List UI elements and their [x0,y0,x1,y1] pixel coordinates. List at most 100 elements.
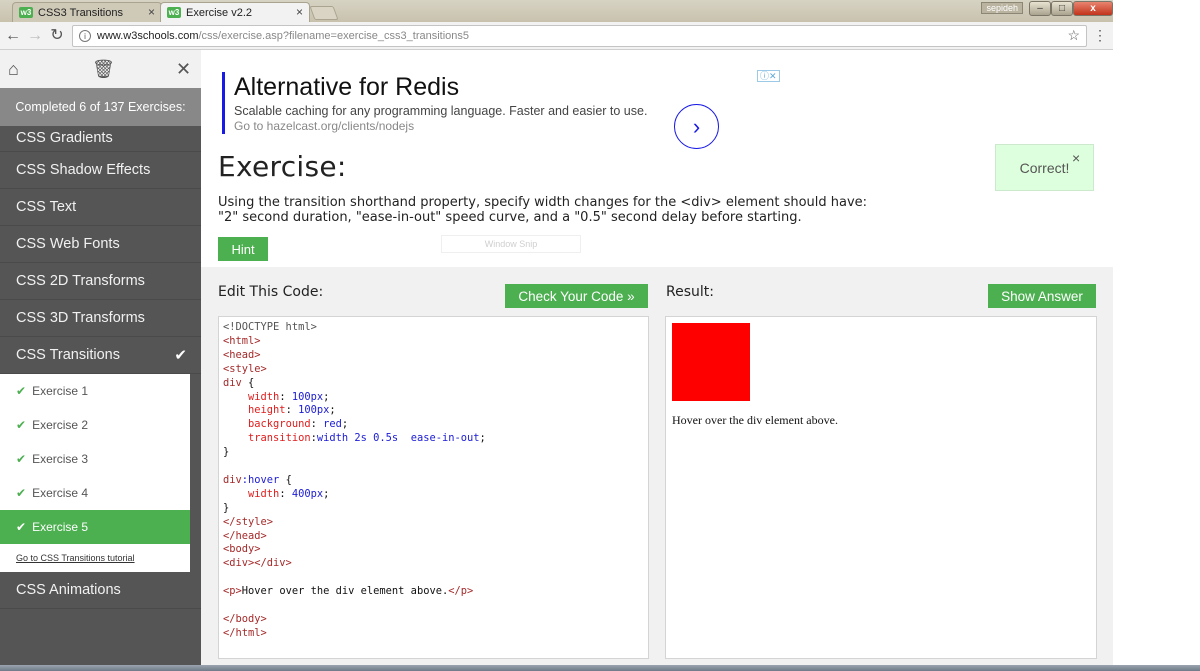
code-editor[interactable]: <!DOCTYPE html> <html> <head> <style> div { … [218,316,649,659]
home-icon[interactable]: ⌂ [8,59,19,80]
url-host: www.w3schools.com [97,30,199,42]
title-bar: w3 CSS3 Transitions × w3 Exercise v2.2 ×… [0,0,1113,22]
code-token: <style> [223,362,267,375]
check-code-button[interactable]: Check Your Code » [505,284,648,308]
code-token: <!DOCTYPE html> [223,321,317,333]
code-token: 100px [298,404,330,417]
tab-close-icon[interactable]: × [296,5,303,19]
sidebar-item-css-2d-transforms[interactable]: CSS 2D Transforms [0,263,201,300]
sidebar-item-exercise-4[interactable]: ✔ Exercise 4 [0,476,190,510]
bookmark-star-icon[interactable]: ☆ [1067,27,1080,44]
show-answer-button[interactable]: Show Answer [988,284,1096,308]
minimize-button[interactable]: – [1029,1,1051,16]
sidebar-item-exercise-1[interactable]: ✔ Exercise 1 [0,374,190,408]
forward-arrow-icon[interactable]: → [26,27,44,45]
sidebar-item-label: CSS 2D Transforms [16,273,145,289]
exercise-label: Exercise 1 [32,384,89,398]
sidebar-item-css-transitions[interactable]: CSS Transitions ✔ [0,337,201,374]
code-token: transition [248,432,311,445]
close-icon[interactable]: ✕ [176,59,191,80]
code-line: <style> [223,363,644,377]
reload-icon[interactable]: ↻ [48,27,66,45]
code-token: background [248,418,311,431]
back-arrow-icon[interactable]: ← [4,27,22,45]
tab-close-icon[interactable]: × [148,5,155,19]
hint-button[interactable]: Hint [218,237,268,261]
progress-status: Completed 6 of 137 Exercises: [0,88,201,126]
ad-title[interactable]: Alternative for Redis [234,72,782,102]
sidebar-item-exercise-5[interactable]: ✔ Exercise 5 [0,510,190,544]
code-token: <html> [223,334,261,347]
code-token: Hover over the div element above. [241,585,449,598]
maximize-button[interactable]: □ [1051,1,1073,16]
code-token: ; [329,404,336,417]
code-line: <!DOCTYPE html> [223,321,644,335]
desktop-background [1113,0,1200,671]
trash-icon[interactable]: 🗑 [92,59,115,80]
code-token: ; [323,390,330,403]
result-red-div[interactable] [672,323,750,401]
sidebar-item-css-web-fonts[interactable]: CSS Web Fonts [0,226,201,263]
close-icon[interactable]: × [1072,150,1080,166]
code-token: 100px [291,390,324,403]
sidebar-item-css-shadow-effects[interactable]: CSS Shadow Effects [0,152,201,189]
sidebar-item-exercise-2[interactable]: ✔ Exercise 2 [0,408,190,442]
ad-banner[interactable]: Alternative for Redis Scalable caching f… [222,72,782,149]
checkmark-icon: ✔ [16,384,27,398]
tutorial-link[interactable]: Go to CSS Transitions tutorial [0,544,190,572]
exercise-label: Exercise 4 [32,486,89,500]
code-line: </head> [223,530,644,544]
w3-favicon-icon: w3 [167,7,181,18]
address-bar: ← → ↻ i www.w3schools.com /css/exercise.… [0,22,1113,50]
w3-favicon-icon: w3 [19,7,33,18]
info-icon[interactable]: i [79,30,91,42]
code-token: <div></div> [223,557,292,570]
exercise-label: Exercise 3 [32,452,89,466]
code-line: <head> [223,349,644,363]
checkmark-icon: ✔ [174,347,187,364]
url-field[interactable]: i www.w3schools.com /css/exercise.asp?fi… [72,25,1087,47]
code-token: </html> [223,626,267,639]
code-token: ; [479,432,486,445]
code-token: : [310,418,324,431]
sidebar-item-label: CSS Shadow Effects [16,162,151,178]
sidebar-item-label: CSS Text [16,199,77,215]
code-token: red [323,418,342,431]
code-token: </body> [223,612,267,625]
sidebar-item-label: CSS 3D Transforms [16,310,145,326]
code-token: <body> [223,543,261,556]
sidebar-item-css-3d-transforms[interactable]: CSS 3D Transforms [0,300,201,337]
code-line: transition:width 2s 0.5s ease-in-out; [223,432,644,446]
sidebar-item-css-gradients[interactable]: CSS Gradients [0,126,201,152]
window-close-button[interactable]: x [1073,1,1113,16]
result-label: Result: [666,284,714,300]
code-token: :hover [241,473,280,486]
exercise-label: Exercise 2 [32,418,89,432]
browser-menu-icon[interactable]: ⋮ [1093,27,1107,44]
sidebar-item-exercise-3[interactable]: ✔ Exercise 3 [0,442,190,476]
main-content: Alternative for Redis Scalable caching f… [201,50,1113,665]
ad-choices-icon[interactable]: ⓘ✕ [757,70,780,82]
new-tab-button[interactable] [309,6,339,20]
code-token: </p> [448,585,474,598]
tab-exercise[interactable]: w3 Exercise v2.2 × [160,2,310,22]
code-token: width [248,390,280,403]
ad-arrow-icon[interactable]: › [674,104,719,149]
user-profile-chip[interactable]: sepideh [981,2,1023,14]
checkmark-icon: ✔ [16,452,27,466]
sidebar-item-css-text[interactable]: CSS Text [0,189,201,226]
sidebar-item-label: CSS Transitions [16,347,120,363]
code-token: : [279,487,292,500]
instructions-line: "2" second duration, "ease-in-out" speed… [218,210,802,225]
code-line: <html> [223,335,644,349]
exercise-workspace: Edit This Code: Check Your Code » Result… [201,267,1113,665]
code-token: ; [323,487,330,500]
exercise-sublist: ✔ Exercise 1 ✔ Exercise 2 ✔ Exercise 3 ✔ Exerci… [0,374,190,572]
tab-css3-transitions[interactable]: w3 CSS3 Transitions × [12,2,162,22]
sidebar-item-css-animations[interactable]: CSS Animations [0,572,201,609]
code-line: } [223,446,644,460]
